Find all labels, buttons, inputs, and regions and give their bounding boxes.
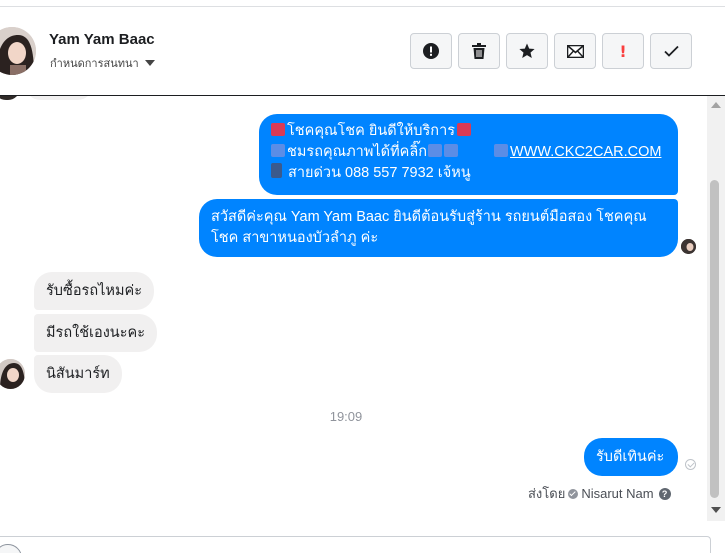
promo-text: ชมรถคุณภาพได้ที่คลิ๊ก (287, 144, 428, 160)
message-line: สายด่วน 088 557 7932 เจ้หนู (271, 163, 666, 184)
avatar-photo (0, 27, 36, 75)
website-link[interactable]: WWW.CKC2CAR.COM (510, 144, 661, 160)
messenger-window: Yam Yam Baac กำหนดการสนทนา ! โชคคุณโชค ย… (0, 0, 725, 553)
red-emoji-icon (457, 123, 472, 136)
sent-check-icon (685, 459, 696, 470)
conversation-actions: ! (410, 33, 692, 69)
sent-by-label: ส่งโดย (528, 486, 566, 501)
contact-name[interactable]: Yam Yam Baac (49, 31, 155, 48)
report-button[interactable] (410, 33, 452, 69)
outgoing-message[interactable]: รับดีเทินค่ะ (584, 438, 678, 476)
checkmark-icon (663, 45, 679, 57)
scrollbar-thumb[interactable] (710, 180, 719, 498)
composer-avatar (0, 544, 22, 553)
done-button[interactable] (650, 33, 692, 69)
phone-emoji-icon (271, 163, 282, 178)
message-thread[interactable]: โชคคุณโชค ยินดีให้บริการ ชมรถคุณภาพได้ที… (0, 96, 707, 536)
conversation-header: Yam Yam Baac กำหนดการสนทนา ! (0, 7, 725, 96)
sender-avatar[interactable] (0, 359, 25, 389)
envelope-icon (566, 44, 584, 58)
previous-message-fragment (26, 96, 92, 100)
scroll-up-arrow-icon[interactable] (711, 102, 721, 108)
trash-icon (472, 43, 486, 59)
help-icon[interactable]: ? (658, 487, 671, 500)
incoming-message[interactable]: มีรถใช้เองนะคะ (34, 314, 157, 352)
sender-name: Nisarut Nam (581, 486, 654, 501)
thread-scrollbar[interactable] (707, 96, 725, 521)
outgoing-message[interactable]: โชคคุณโชค ยินดีให้บริการ ชมรถคุณภาพได้ที… (259, 114, 678, 195)
play-emoji-icon (271, 144, 285, 157)
avatar-photo (0, 359, 25, 389)
delete-button[interactable] (458, 33, 500, 69)
incoming-message[interactable]: รับซื้อรถไหมค่ะ (34, 272, 154, 310)
star-icon (519, 43, 535, 58)
schedule-dropdown[interactable]: กำหนดการสนทนา (50, 54, 155, 72)
red-emoji-icon (271, 123, 285, 136)
down-arrow-emoji-icon (444, 144, 459, 157)
alert-circle-icon (423, 43, 439, 59)
avatar-photo (681, 239, 696, 254)
incoming-message[interactable]: นิสันมาร์ท (34, 355, 122, 393)
hotline-text: สายด่วน 088 557 7932 เจ้หนู (288, 165, 471, 181)
exclamation-icon: ! (619, 41, 627, 61)
down-arrow-emoji-icon (428, 144, 443, 157)
previous-avatar-fragment (0, 96, 20, 100)
scroll-down-arrow-icon[interactable] (711, 507, 721, 513)
top-divider (0, 0, 725, 7)
outgoing-message[interactable]: สวัสดีค่ะคุณ Yam Yam Baac ยินดีต้อนรับสู… (199, 199, 678, 257)
mark-unread-button[interactable] (554, 33, 596, 69)
schedule-label: กำหนดการสนทนา (50, 58, 139, 70)
star-button[interactable] (506, 33, 548, 69)
play-emoji-icon (494, 144, 509, 157)
check-circle-icon (568, 488, 579, 499)
message-line: โชคคุณโชค ยินดีให้บริการ (271, 121, 666, 142)
composer[interactable] (0, 536, 711, 553)
sent-by-info: ส่งโดย Nisarut Nam ? (528, 483, 671, 504)
message-line: ชมรถคุณภาพได้ที่คลิ๊ก WWW.CKC2CAR.COM (271, 142, 666, 163)
contact-avatar[interactable] (0, 27, 36, 75)
important-button[interactable]: ! (602, 33, 644, 69)
read-receipt-avatar (681, 239, 696, 254)
message-timestamp: 19:09 (329, 409, 363, 424)
greeting-text: โชคคุณโชค ยินดีให้บริการ (287, 123, 456, 139)
caret-down-icon (144, 60, 155, 66)
